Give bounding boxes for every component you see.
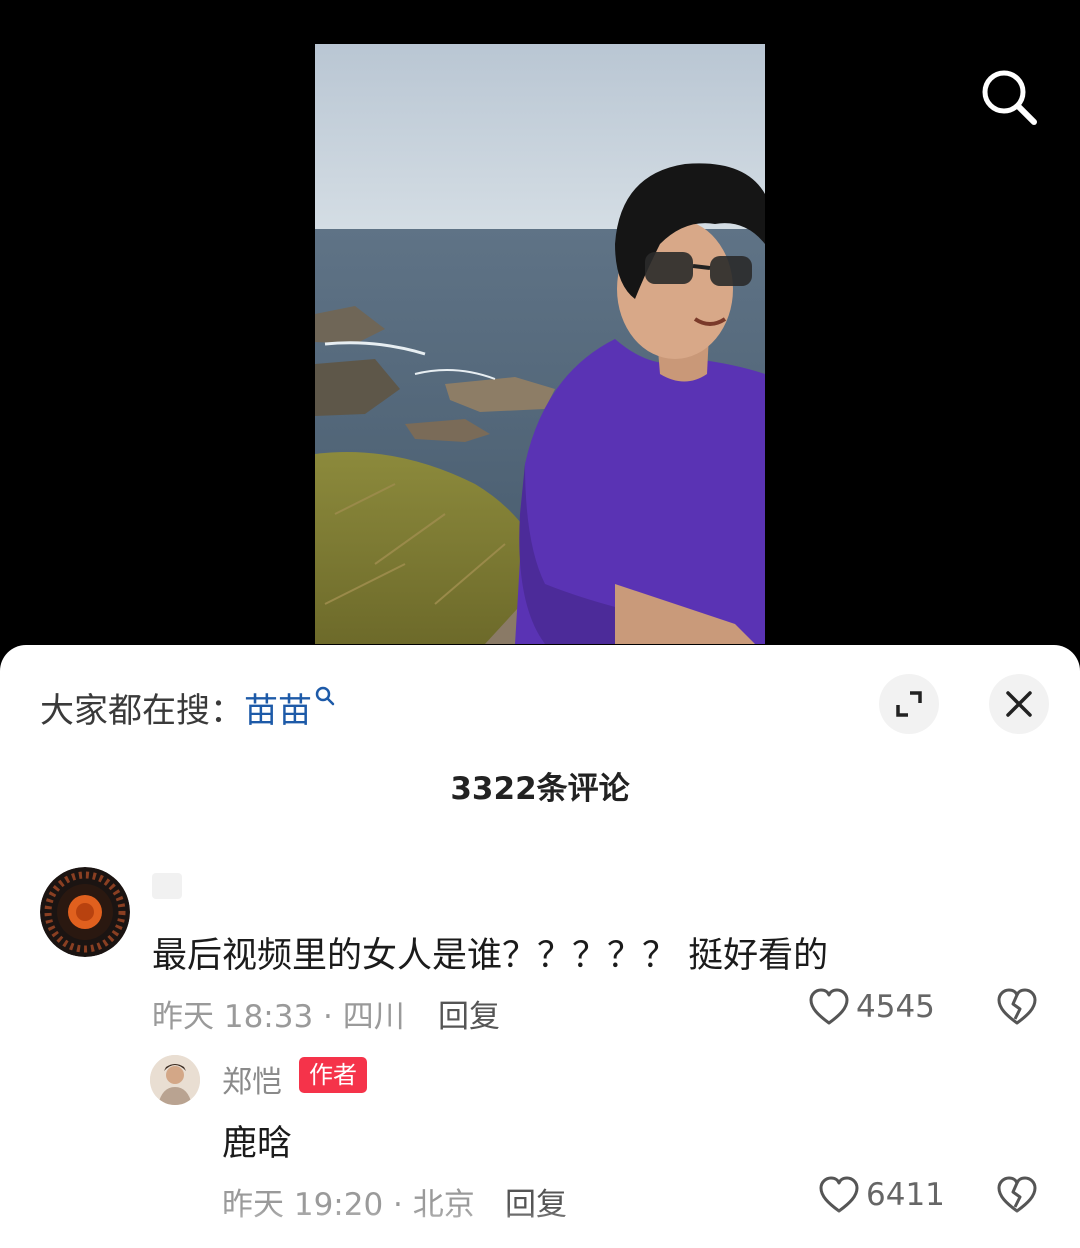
reply-username[interactable]: 郑恺 (222, 1057, 282, 1101)
broken-heart-icon (997, 988, 1037, 1025)
heart-icon (809, 988, 849, 1025)
reply-text: 鹿晗 (222, 1124, 293, 1164)
video-player[interactable] (0, 0, 1080, 660)
close-icon (1006, 691, 1032, 717)
author-badge: 作者 (299, 1057, 367, 1093)
expand-button[interactable] (879, 674, 939, 734)
search-button[interactable] (978, 66, 1040, 128)
video-frame[interactable] (315, 44, 765, 644)
hot-search-keyword[interactable]: 苗苗 (244, 691, 312, 731)
video-still-image (315, 44, 765, 644)
like-count: 4545 (856, 989, 935, 1025)
avatar-image (40, 867, 130, 957)
close-button[interactable] (989, 674, 1049, 734)
search-icon (982, 70, 1037, 125)
comment-meta: 昨天 18:33 · 四川 (152, 999, 405, 1035)
reply-button[interactable]: 回复 (438, 991, 500, 1036)
small-search-icon (315, 686, 335, 706)
hot-search-bar[interactable]: 大家都在搜：苗苗 (40, 683, 336, 732)
avatar-image (150, 1055, 200, 1105)
comment-count: 3322条评论 (450, 771, 630, 807)
expand-icon (896, 691, 922, 717)
username-redacted (152, 873, 182, 899)
like-button[interactable]: 4545 (808, 987, 935, 1027)
comment-sheet: 大家都在搜：苗苗 3322条评论 最后视频里的女人是谁？？？？？ 挺好看的 昨天… (0, 645, 1080, 1248)
hot-search-prefix: 大家都在搜： (40, 691, 244, 731)
avatar[interactable] (40, 867, 130, 957)
comment-text: 最后视频里的女人是谁？？？？？ 挺好看的 (152, 936, 829, 976)
avatar[interactable] (150, 1055, 200, 1105)
bottom-fade (0, 1208, 1080, 1248)
dislike-button[interactable] (996, 987, 1038, 1031)
